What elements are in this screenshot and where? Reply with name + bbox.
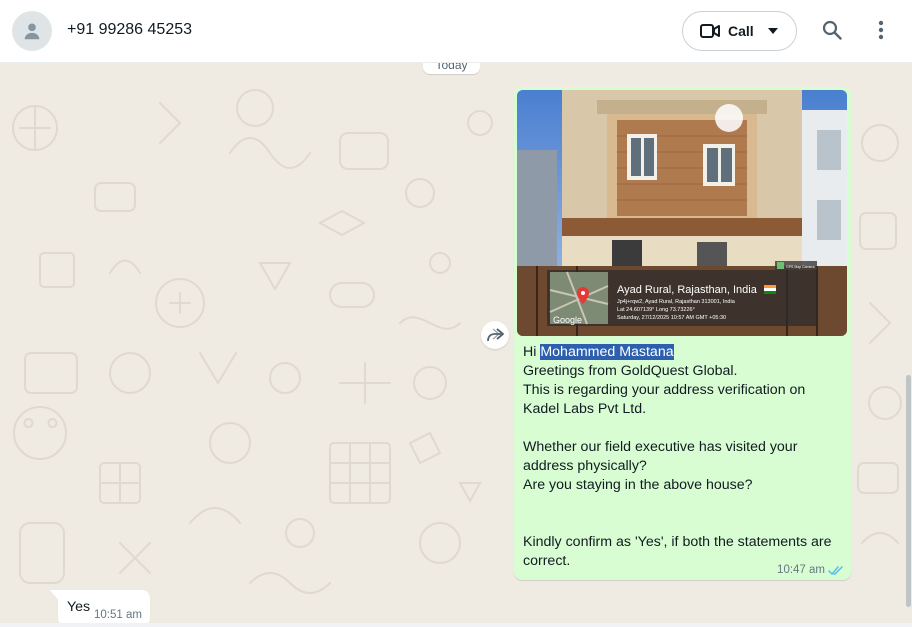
app-badge: GPS Map Camera — [786, 265, 815, 269]
incoming-text: Yes — [67, 599, 91, 615]
forward-button[interactable] — [481, 321, 509, 349]
message-time: 10:47 am — [777, 564, 825, 576]
message-body: Greetings from GoldQuest Global. This is… — [523, 363, 832, 569]
india-flag-icon — [764, 285, 776, 294]
call-label: Call — [728, 23, 754, 39]
composer-edge — [0, 623, 912, 627]
outgoing-message[interactable]: Google Ayad Rural, Rajasthan, India Jp4j… — [514, 87, 851, 580]
video-camera-icon — [700, 24, 720, 38]
contact-name[interactable]: +91 99286 45253 — [67, 21, 192, 39]
double-check-icon — [828, 565, 843, 575]
call-button[interactable]: Call — [682, 11, 797, 51]
search-icon[interactable] — [822, 20, 842, 40]
location-title: Ayad Rural, Rajasthan, India — [617, 284, 758, 296]
address-line: Jp4j+rqw2, Ayad Rural, Rajasthan 313001,… — [617, 299, 736, 305]
highlighted-name[interactable]: Mohammed Mastana — [540, 344, 674, 360]
person-icon — [24, 23, 40, 40]
chat-header: +91 99286 45253 Call — [0, 0, 912, 63]
house-photo[interactable]: Google Ayad Rural, Rajasthan, India Jp4j… — [517, 90, 847, 336]
chat-area[interactable]: Today Google Ayad Rural, Rajasthan, Indi… — [0, 63, 912, 627]
message-meta: 10:47 am — [777, 564, 844, 576]
message-text: Hi Mohammed Mastana Greetings from GoldQ… — [523, 343, 845, 571]
map-brand: Google — [553, 315, 582, 325]
day-divider: Today — [423, 63, 480, 74]
incoming-time: 10:51 am — [94, 609, 142, 621]
greeting-prefix: Hi — [523, 344, 541, 360]
chat-scrollbar[interactable] — [906, 375, 911, 607]
forward-icon — [487, 328, 504, 342]
timestamp-line: Saturday, 27/12/2025 10:57 AM GMT +05:30 — [617, 315, 726, 321]
coords-line: Lat 24.607139° Long 73.73226° — [617, 307, 695, 313]
incoming-message[interactable]: Yes 10:51 am — [58, 590, 150, 627]
contact-avatar[interactable] — [12, 11, 52, 51]
chevron-down-icon — [767, 28, 778, 34]
more-vert-icon[interactable] — [877, 20, 885, 40]
